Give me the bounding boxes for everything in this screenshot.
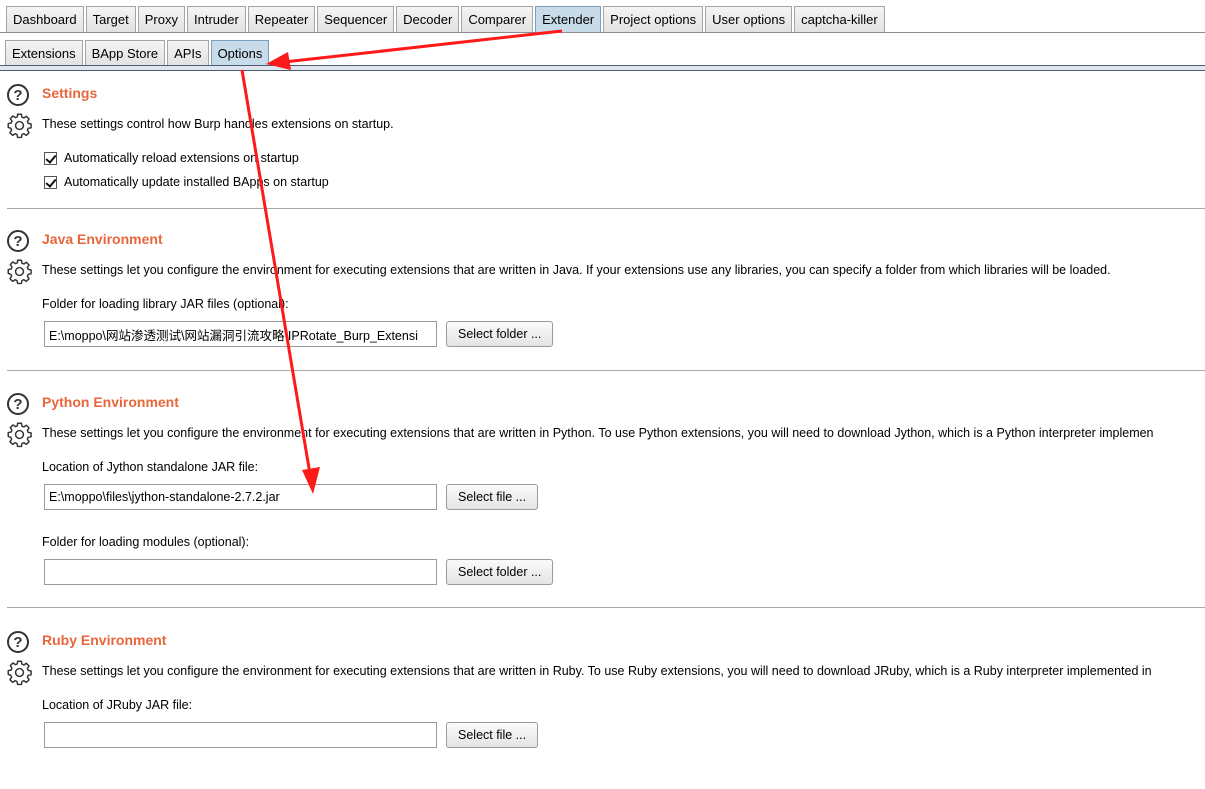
ruby-environment-description: These settings let you configure the env… xyxy=(42,664,1152,678)
jruby-jar-label: Location of JRuby JAR file: xyxy=(42,698,193,712)
ruby-environment-title: Ruby Environment xyxy=(42,632,167,648)
main-tab-bar: Dashboard Target Proxy Intruder Repeater Sequ… xyxy=(0,0,1205,33)
settings-title: Settings xyxy=(42,85,98,101)
python-modules-folder-input[interactable] xyxy=(44,559,437,585)
tab-intruder[interactable]: Intruder xyxy=(186,6,246,32)
settings-description: These settings control how Burp handles … xyxy=(42,117,394,131)
section-divider xyxy=(7,607,1205,608)
java-library-folder-input[interactable] xyxy=(44,321,437,347)
gear-icon[interactable] xyxy=(6,258,33,285)
help-icon[interactable]: ? xyxy=(7,631,29,653)
jython-jar-label: Location of Jython standalone JAR file: xyxy=(42,460,259,474)
gear-icon[interactable] xyxy=(6,659,33,686)
help-icon[interactable]: ? xyxy=(7,230,29,252)
tab-sequencer[interactable]: Sequencer xyxy=(317,6,395,32)
section-divider xyxy=(7,370,1205,371)
update-bapps-label: Automatically update installed BApps on … xyxy=(64,175,329,189)
tab-dashboard[interactable]: Dashboard xyxy=(6,6,84,32)
help-icon[interactable]: ? xyxy=(7,393,29,415)
python-environment-description: These settings let you configure the env… xyxy=(42,426,1154,440)
tab-project-options[interactable]: Project options xyxy=(603,6,704,32)
tab-extender[interactable]: Extender xyxy=(535,6,602,32)
tab-proxy[interactable]: Proxy xyxy=(137,6,185,32)
update-bapps-checkbox-row[interactable]: Automatically update installed BApps on … xyxy=(44,175,329,189)
update-bapps-checkbox[interactable] xyxy=(44,175,57,189)
subtab-bapp-store[interactable]: BApp Store xyxy=(84,40,166,66)
reload-extensions-checkbox[interactable] xyxy=(44,151,57,165)
extender-sub-tab-bar: Extensions BApp Store APIs Options xyxy=(0,38,1205,66)
tab-captcha-killer[interactable]: captcha-killer xyxy=(794,6,885,32)
help-icon[interactable]: ? xyxy=(7,84,29,106)
subtab-apis[interactable]: APIs xyxy=(167,40,209,66)
reload-extensions-checkbox-row[interactable]: Automatically reload extensions on start… xyxy=(44,151,299,165)
python-environment-title: Python Environment xyxy=(42,394,179,410)
reload-extensions-label: Automatically reload extensions on start… xyxy=(64,151,299,165)
java-library-folder-label: Folder for loading library JAR files (op… xyxy=(42,297,289,311)
section-divider xyxy=(7,208,1205,209)
python-select-folder-button[interactable]: Select folder ... xyxy=(446,559,554,585)
java-environment-title: Java Environment xyxy=(42,231,163,247)
jython-jar-input[interactable] xyxy=(44,484,437,510)
subtab-options[interactable]: Options xyxy=(210,40,270,66)
jruby-select-file-button[interactable]: Select file ... xyxy=(446,722,539,748)
tab-comparer[interactable]: Comparer xyxy=(461,6,534,32)
java-environment-description: These settings let you configure the env… xyxy=(42,263,1111,277)
gear-icon[interactable] xyxy=(6,421,33,448)
java-select-folder-button[interactable]: Select folder ... xyxy=(446,321,554,347)
gear-icon[interactable] xyxy=(6,112,33,139)
tab-target[interactable]: Target xyxy=(85,6,136,32)
jython-select-file-button[interactable]: Select file ... xyxy=(446,484,539,510)
tab-user-options[interactable]: User options xyxy=(705,6,793,32)
jruby-jar-input[interactable] xyxy=(44,722,437,748)
tab-decoder[interactable]: Decoder xyxy=(396,6,460,32)
tab-repeater[interactable]: Repeater xyxy=(247,6,316,32)
options-panel: ? Settings These settings control how Bu… xyxy=(0,70,1205,789)
python-modules-folder-label: Folder for loading modules (optional): xyxy=(42,535,250,549)
subtab-extensions[interactable]: Extensions xyxy=(5,40,83,66)
